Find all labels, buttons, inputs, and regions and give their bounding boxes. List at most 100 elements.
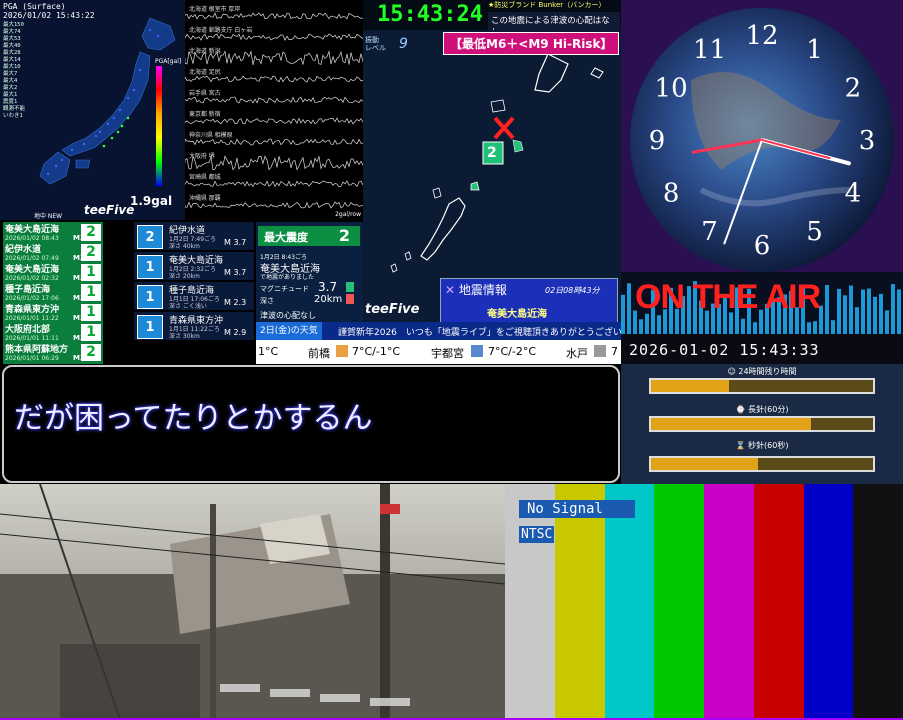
- quake-card[interactable]: 1 青森県東方沖 1月1日 11:22ごろ 深さ 30km M 2.9: [134, 312, 254, 341]
- marker-intensity: 2: [487, 145, 497, 161]
- max-intensity-box: 最大震度 2 1月2日 8:43ごろ 奄美大島近海 で地震がありました マグニチ…: [256, 222, 363, 322]
- pga-peak-value: 1.9gal: [130, 194, 173, 208]
- max-sub: で地震がありました: [260, 274, 315, 281]
- no-signal-label: No Signal: [519, 500, 635, 518]
- visualizer-bar: [855, 307, 859, 334]
- weather-date-tag: 2日(金)の天気: [256, 322, 322, 340]
- quake-datetime: 2026/01/02 17:06: [5, 295, 59, 302]
- progress-fill: [651, 458, 758, 470]
- temperature-bar: 1°C 前橋 7°C/-1°C 宇都宮 7°C/-2°C 水戸 7: [256, 340, 621, 364]
- waveform-trace: [185, 117, 363, 125]
- clock-numeral: 4: [845, 179, 862, 209]
- color-bar-stripe: [654, 484, 705, 720]
- bunker-title: ★防災ブランド Bunker（バンカー）: [488, 1, 606, 9]
- visualizer-bar: [879, 293, 883, 334]
- quake-datetime: 2026/01/01 11:22: [5, 315, 59, 322]
- visualizer-bar: [831, 320, 835, 334]
- color-bar-stripe: [803, 484, 855, 720]
- quake-card-magnitude: M 3.7: [224, 238, 247, 247]
- progress-label-24h: ☺ 24時間残り時間: [727, 367, 797, 376]
- subtitle-box: だが困ってたりとかするん: [2, 365, 620, 483]
- clock-numeral: 11: [693, 35, 726, 65]
- subtitle-text: だが困ってたりとかするん: [14, 401, 373, 436]
- waveform-station-label: 沖縄県 那覇: [189, 196, 221, 202]
- temp-utsunomiya: 7°C/-2°C: [488, 345, 537, 358]
- visualizer-bar: [897, 289, 901, 334]
- waveform-station-label: 神奈川県 相模原: [189, 133, 233, 139]
- weather-ticker: 2日(金)の天気 謹賀新年2026 いつも「地震ライブ」をご視聴頂きありがとうご…: [256, 322, 649, 340]
- color-bar-stripe: [853, 484, 903, 720]
- progress-fill: [651, 380, 729, 392]
- quake-location: 大阪府北部: [5, 325, 51, 335]
- pga-unit: PGA[gal]: [155, 58, 182, 65]
- pga-title: PGA (Surface): [3, 2, 66, 11]
- color-bar-stripe: [554, 484, 606, 720]
- visualizer-bar: [621, 294, 625, 334]
- visualizer-bar: [627, 283, 631, 334]
- visualizer-bar: [657, 315, 661, 334]
- visualizer-bar: [843, 295, 847, 334]
- quake-card[interactable]: 2 紀伊水道 1月2日 7:49ごろ 深さ 40km M 3.7: [134, 222, 254, 251]
- clock-numeral: 8: [663, 179, 680, 209]
- quake-card-intensity: 1: [137, 285, 163, 309]
- waveform-station-label: 北海道 新潟: [189, 49, 221, 55]
- mag-value: 3.7: [318, 280, 338, 294]
- quake-card[interactable]: 1 奄美大島近海 1月2日 2:32ごろ 深さ 20km M 3.7: [134, 252, 254, 281]
- temp-city-mito: 水戸: [566, 347, 588, 360]
- camera-scene: [0, 484, 505, 720]
- quake-card[interactable]: 1 種子島近海 1月1日 17:06ごろ 深さ ごく浅い M 2.3: [134, 282, 254, 311]
- quake-datetime: 2026/01/01 06:29: [5, 355, 59, 362]
- visualizer-bar: [639, 319, 643, 334]
- waveform-trace: [185, 33, 363, 41]
- color-bar-stripe: [604, 484, 656, 720]
- waveform-station-label: 大阪府 堺: [189, 154, 215, 160]
- quake-card-intensity: 2: [137, 225, 163, 249]
- clock-numeral: 7: [701, 217, 718, 247]
- waveform-station-label: 北海道 釧路支庁 白ヶ岩: [189, 28, 253, 34]
- temp-mito: 7: [611, 345, 618, 358]
- datetime-panel: 2026-01-02 15:43:33: [621, 334, 903, 364]
- waveform-station-label: 岩手県 宮古: [189, 91, 221, 97]
- quake-card-intensity: 1: [137, 315, 163, 339]
- weather-icon: [471, 345, 483, 357]
- quake-card-depth: 深さ 30km: [169, 333, 200, 340]
- progress-label-minute: ⌚ 長針(60分): [735, 405, 789, 414]
- color-bar-stripe: [704, 484, 755, 720]
- progress-fill: [651, 418, 811, 430]
- quake-card-depth: 深さ 40km: [169, 243, 200, 250]
- clock-numeral: 12: [745, 21, 778, 51]
- quake-intensity: 2: [81, 224, 101, 241]
- quake-intensity: 1: [81, 304, 101, 321]
- pga-map-panel: PGA (Surface) 2026/01/02 15:43:22 最大150 …: [0, 0, 185, 220]
- teefive-logo-eew: teeFive: [365, 302, 420, 317]
- weather-icon: [336, 345, 348, 357]
- clock-numeral: 2: [845, 74, 862, 104]
- visualizer-bar: [873, 296, 877, 334]
- temp-maebashi: 7°C/-1°C: [352, 345, 401, 358]
- x-icon: ✕: [445, 283, 456, 297]
- quake-card-intensity: 1: [137, 255, 163, 279]
- waveform-unit: 2gal/row: [335, 211, 361, 218]
- visualizer-bar: [825, 285, 829, 334]
- quake-list-row[interactable]: 熊本県阿蘇地方2026/01/01 06:29M3.32: [3, 342, 103, 365]
- pga-new-label: 地中 NEW: [34, 213, 63, 220]
- clock-numeral: 9: [649, 126, 666, 156]
- color-bar-stripe: [505, 484, 556, 720]
- analog-clock-panel: 12 1 2 3 4 5 6 7 8 9 10 11: [621, 0, 903, 272]
- quake-info-box: ✕ 地震情報 02日08時43分 奄美大島近海: [440, 278, 618, 324]
- waveform-panel: 北海道 根室市 厚岸 北海道 釧路支庁 白ヶ岩 北海道 新潟 北海道 足尻 岩手県 宮古…: [185, 0, 363, 222]
- clock-numeral: 5: [806, 217, 823, 247]
- shake-level-label: 振動 レベル: [365, 36, 386, 52]
- visualizer-bar: [891, 284, 895, 334]
- quake-location: 奄美大島近海: [5, 225, 60, 235]
- quake-intensity: 1: [81, 264, 101, 281]
- color-bar-stripe: [753, 484, 805, 720]
- tsunami-status: 津波の心配なし: [260, 311, 316, 320]
- quake-card-depth: 深さ 20km: [169, 273, 200, 280]
- ntsc-label: NTSC: [519, 526, 555, 543]
- progress-minute: [649, 416, 875, 432]
- mag-label: マグニチュード: [260, 285, 309, 293]
- quake-location: 種子島近海: [5, 285, 51, 295]
- clock-numeral: 3: [859, 126, 876, 156]
- pga-station-list: 最大150 最大74 最大53 最大40 最大28 最大14 最大10 最大7 …: [3, 22, 26, 119]
